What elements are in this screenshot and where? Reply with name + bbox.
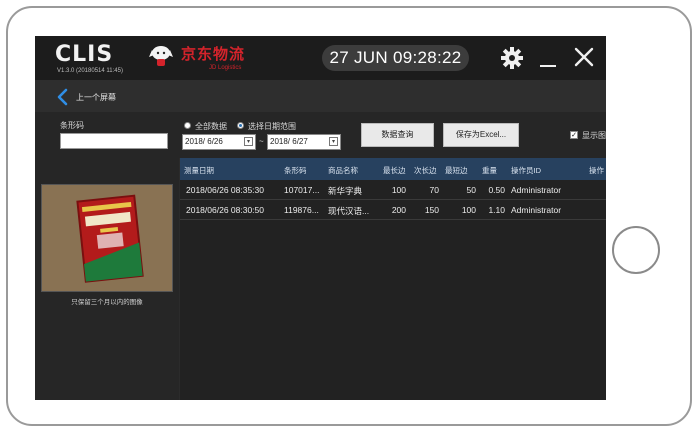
col-header-barcode[interactable]: 条形码 bbox=[284, 165, 307, 176]
back-arrow-icon[interactable] bbox=[55, 88, 69, 106]
cell-barcode: 107017... bbox=[284, 185, 320, 195]
cell-operator: Administrator bbox=[511, 185, 562, 195]
date-to-picker[interactable]: 2018/ 6/27 ▾ bbox=[267, 134, 341, 150]
barcode-label: 条形码 bbox=[60, 121, 84, 130]
app-logo: CLIS bbox=[55, 42, 114, 67]
query-button[interactable]: 数据查询 bbox=[361, 123, 434, 147]
brand-subtitle: JD Logistics bbox=[209, 65, 242, 71]
home-button[interactable] bbox=[612, 226, 660, 274]
minimize-icon[interactable] bbox=[540, 65, 556, 67]
cell-weight: 0.50 bbox=[488, 185, 505, 195]
col-header-operator[interactable]: 操作员ID bbox=[511, 165, 541, 176]
clock-display: 27 JUN 09:28:22 bbox=[322, 45, 469, 71]
date-from-value: 2018/ 6/26 bbox=[185, 137, 223, 146]
close-icon[interactable] bbox=[573, 46, 595, 68]
table-header: 测量日期 条形码 商品名称 最长边 次长边 最短边 重量 操作员ID 操作 bbox=[180, 158, 606, 180]
col-header-date[interactable]: 测量日期 bbox=[184, 165, 214, 176]
date-to-value: 2018/ 6/27 bbox=[270, 137, 308, 146]
cell-product: 现代汉语... bbox=[328, 206, 370, 216]
cell-longest: 200 bbox=[391, 205, 406, 215]
table-row[interactable]: 2018/06/26 08:35:30 107017... 新华字典 100 7… bbox=[180, 180, 606, 200]
cell-date: 2018/06/26 08:35:30 bbox=[186, 185, 264, 195]
nav-bar: 上一个屏幕 bbox=[35, 80, 606, 112]
show-image-checkbox[interactable]: ✓ bbox=[570, 131, 578, 139]
date-from-picker[interactable]: 2018/ 6/26 ▾ bbox=[182, 134, 256, 150]
col-header-action[interactable]: 操作 bbox=[589, 165, 604, 176]
col-header-shortest[interactable]: 最短边 bbox=[445, 165, 468, 176]
cell-operator: Administrator bbox=[511, 205, 562, 215]
title-bar: CLIS V1.3.0 (20180514 11:45) 京东物流 JD Log… bbox=[35, 36, 606, 80]
table-row[interactable]: 2018/06/26 08:30:50 119876... 现代汉语... 20… bbox=[180, 200, 606, 220]
app-screen: CLIS V1.3.0 (20180514 11:45) 京东物流 JD Log… bbox=[35, 36, 606, 400]
cell-longest: 100 bbox=[391, 185, 406, 195]
radio-all-label: 全部数据 bbox=[195, 122, 227, 131]
radio-all-data[interactable] bbox=[184, 122, 191, 129]
product-image bbox=[41, 184, 173, 292]
radio-date-range[interactable] bbox=[237, 122, 244, 129]
jd-dog-icon bbox=[149, 46, 173, 66]
col-header-longest[interactable]: 最长边 bbox=[383, 165, 406, 176]
cell-second: 70 bbox=[429, 185, 439, 195]
cell-barcode: 119876... bbox=[284, 205, 319, 215]
cell-shortest: 100 bbox=[461, 205, 476, 215]
cell-date: 2018/06/26 08:30:50 bbox=[186, 205, 264, 215]
gear-icon[interactable] bbox=[500, 46, 524, 70]
calendar-icon[interactable]: ▾ bbox=[244, 137, 253, 146]
cell-product: 新华字典 bbox=[328, 186, 363, 196]
col-header-product[interactable]: 商品名称 bbox=[328, 165, 358, 176]
show-image-label: 显示图像 bbox=[582, 131, 606, 140]
date-separator: ~ bbox=[259, 137, 264, 146]
col-header-weight[interactable]: 重量 bbox=[482, 165, 497, 176]
back-button-label[interactable]: 上一个屏幕 bbox=[76, 92, 116, 103]
save-excel-button[interactable]: 保存为Excel... bbox=[443, 123, 519, 147]
results-table: 测量日期 条形码 商品名称 最长边 次长边 最短边 重量 操作员ID 操作 20… bbox=[180, 158, 606, 400]
col-header-second[interactable]: 次长边 bbox=[414, 165, 437, 176]
cell-weight: 1.10 bbox=[488, 205, 505, 215]
cell-shortest: 50 bbox=[466, 185, 476, 195]
version-label: V1.3.0 (20180514 11:45) bbox=[57, 68, 123, 74]
image-caption: 只保留三个月以内的图像 bbox=[71, 299, 143, 306]
radio-range-label: 选择日期范围 bbox=[248, 122, 296, 131]
cell-second: 150 bbox=[424, 205, 439, 215]
brand-name: 京东物流 bbox=[181, 46, 246, 63]
calendar-icon[interactable]: ▾ bbox=[329, 137, 338, 146]
barcode-input[interactable] bbox=[60, 133, 168, 149]
